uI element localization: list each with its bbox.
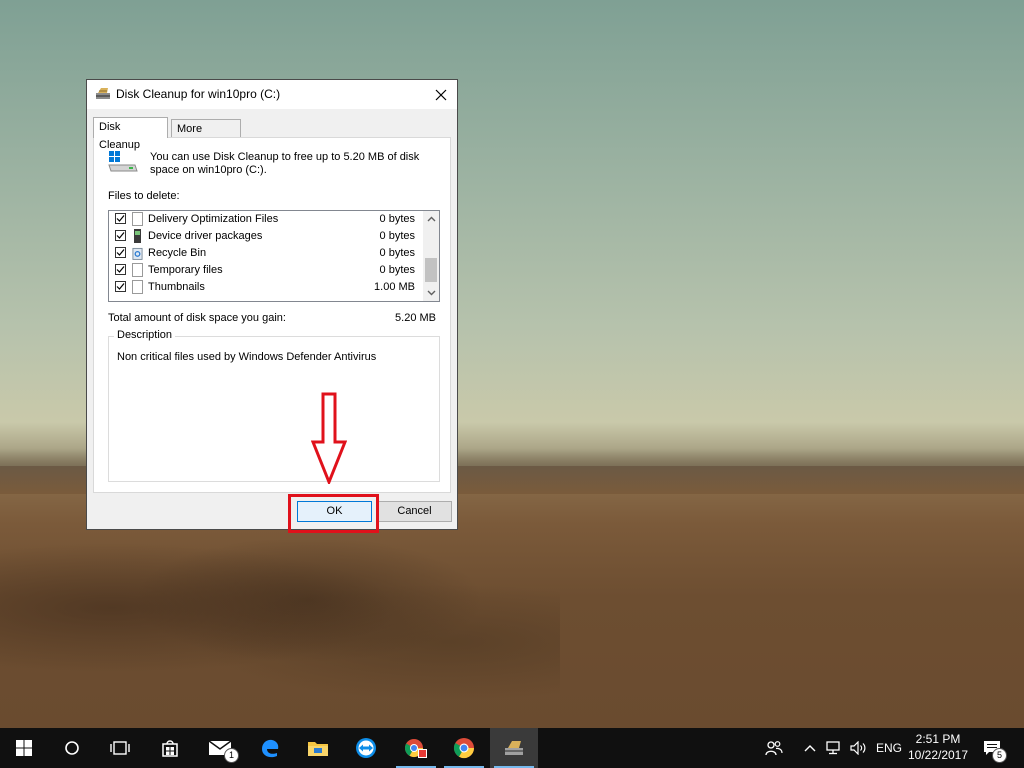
scroll-up-button[interactable] [423, 211, 439, 227]
chevron-up-icon [427, 216, 435, 222]
list-scrollbar[interactable] [423, 211, 439, 301]
file-size: 0 bytes [379, 213, 415, 225]
people-icon [765, 741, 783, 756]
file-name: Device driver packages [148, 230, 263, 242]
notification-badge: 5 [992, 748, 1007, 763]
checkbox[interactable] [115, 247, 126, 258]
action-center-button[interactable]: 5 [980, 728, 1007, 768]
file-icon [132, 280, 143, 294]
checkbox[interactable] [115, 230, 126, 241]
task-view-button[interactable] [96, 728, 144, 768]
chrome-remote-button[interactable] [392, 728, 440, 768]
speaker-icon [850, 741, 866, 755]
network-icon [826, 741, 840, 755]
file-explorer-icon [308, 742, 328, 756]
disk-cleanup-taskbar-button[interactable] [490, 728, 538, 768]
clock-date: 10/22/2017 [907, 748, 969, 762]
description-text: Non critical files used by Windows Defen… [117, 351, 377, 363]
language-indicator[interactable]: ENG [876, 741, 902, 755]
disk-cleanup-dialog: Disk Cleanup for win10pro (C:) Disk Clea… [86, 79, 458, 530]
chevron-down-icon [427, 290, 435, 296]
chrome-button[interactable] [440, 728, 488, 768]
cancel-button[interactable]: Cancel [377, 501, 452, 522]
list-item[interactable]: Recycle Bin 0 bytes [109, 245, 423, 262]
chevron-up-icon [804, 745, 816, 752]
mail-button[interactable]: 1 [196, 728, 244, 768]
file-icon [132, 263, 143, 277]
checkbox[interactable] [115, 264, 126, 275]
network-button[interactable] [824, 728, 844, 768]
close-button[interactable] [425, 80, 457, 109]
description-label: Description [114, 329, 176, 341]
volume-button[interactable] [848, 728, 870, 768]
description-group: Description Non critical files used by W… [108, 329, 440, 482]
file-name: Recycle Bin [148, 247, 207, 259]
taskbar: 1 ENG 2:51 PM 10/22/2017 5 [0, 728, 1024, 768]
list-item[interactable]: Temporary files 0 bytes [109, 262, 423, 279]
driver-icon [132, 229, 143, 243]
mail-badge: 1 [224, 748, 239, 763]
tab-strip: Disk Cleanup More Options [93, 117, 453, 153]
scroll-thumb[interactable] [425, 258, 437, 282]
title-bar[interactable]: Disk Cleanup for win10pro (C:) [87, 80, 457, 109]
file-size: 0 bytes [379, 230, 415, 242]
store-icon [162, 740, 178, 757]
recycle-bin-icon [132, 246, 143, 260]
file-name: Thumbnails [148, 281, 205, 293]
teamviewer-icon [356, 738, 376, 758]
disk-cleanup-icon [505, 741, 523, 755]
people-button[interactable] [762, 728, 786, 768]
cortana-button[interactable] [48, 728, 96, 768]
chrome-remote-icon [404, 739, 427, 758]
disk-cleanup-icon [96, 88, 110, 99]
teamviewer-button[interactable] [342, 728, 390, 768]
highlight-box [288, 494, 379, 533]
file-icon [132, 212, 143, 226]
files-list[interactable]: Delivery Optimization Files 0 bytes Devi… [108, 210, 440, 302]
checkbox[interactable] [115, 213, 126, 224]
close-icon [435, 89, 447, 100]
down-arrow-annotation [311, 392, 347, 484]
scroll-down-button[interactable] [423, 285, 439, 301]
file-size: 0 bytes [379, 247, 415, 259]
edge-icon [262, 739, 279, 758]
total-space-value: 5.20 MB [395, 312, 436, 324]
clock-time: 2:51 PM [915, 732, 961, 746]
list-item[interactable]: Thumbnails 1.00 MB [109, 279, 423, 296]
store-button[interactable] [146, 728, 194, 768]
file-name: Delivery Optimization Files [148, 213, 279, 225]
file-size: 0 bytes [379, 264, 415, 276]
edge-button[interactable] [246, 728, 294, 768]
list-item[interactable]: Device driver packages 0 bytes [109, 228, 423, 245]
window-title: Disk Cleanup for win10pro (C:) [116, 87, 281, 101]
tab-more-options[interactable]: More Options [171, 119, 241, 153]
search-cortana-icon [65, 741, 79, 755]
tab-disk-cleanup[interactable]: Disk Cleanup [93, 117, 168, 151]
checkbox[interactable] [115, 281, 126, 292]
wallpaper-rocks [0, 540, 560, 710]
file-size: 1.00 MB [374, 281, 415, 293]
clock[interactable]: 2:51 PM 10/22/2017 [906, 731, 970, 763]
task-view-icon [110, 741, 130, 755]
show-hidden-icons-button[interactable] [802, 728, 818, 768]
chrome-icon [453, 738, 475, 759]
info-text: You can use Disk Cleanup to free up to 5… [150, 151, 420, 176]
start-icon [16, 740, 32, 756]
file-name: Temporary files [148, 264, 223, 276]
start-button[interactable] [0, 728, 48, 768]
files-to-delete-label: Files to delete: [108, 190, 180, 202]
file-explorer-button[interactable] [294, 728, 342, 768]
list-item[interactable]: Delivery Optimization Files 0 bytes [109, 211, 423, 228]
disk-cleanup-panel: You can use Disk Cleanup to free up to 5… [93, 137, 451, 493]
total-space-label: Total amount of disk space you gain: [108, 312, 286, 324]
